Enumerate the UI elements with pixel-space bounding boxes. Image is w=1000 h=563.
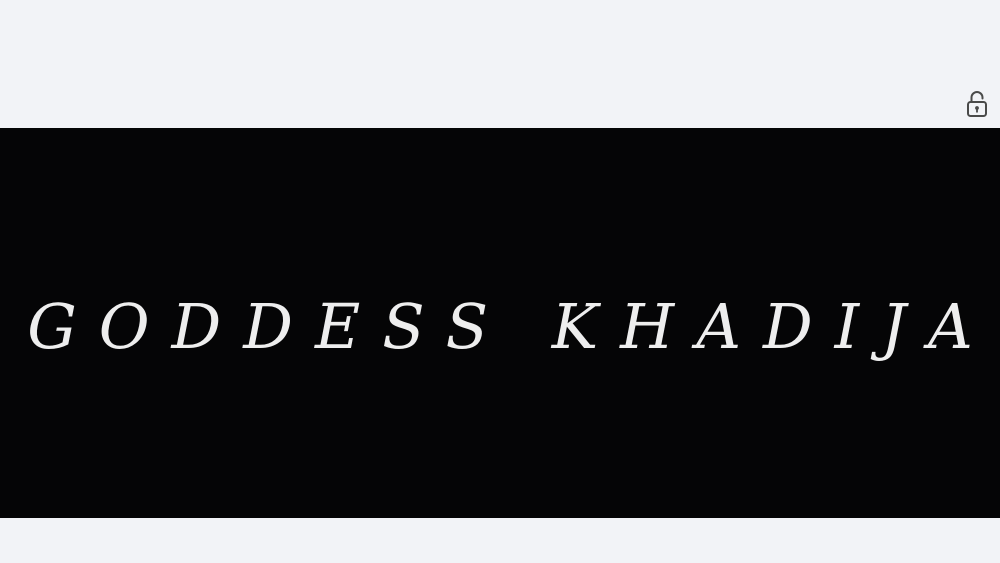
banner-image: GODDESS KHADIJA [0,128,1000,518]
top-bar [0,0,1000,128]
unlocked-padlock-icon-graphic [967,91,987,117]
banner-title: GODDESS KHADIJA [27,290,995,363]
unlocked-padlock-icon[interactable] [962,88,992,120]
bottom-strip [0,518,1000,563]
